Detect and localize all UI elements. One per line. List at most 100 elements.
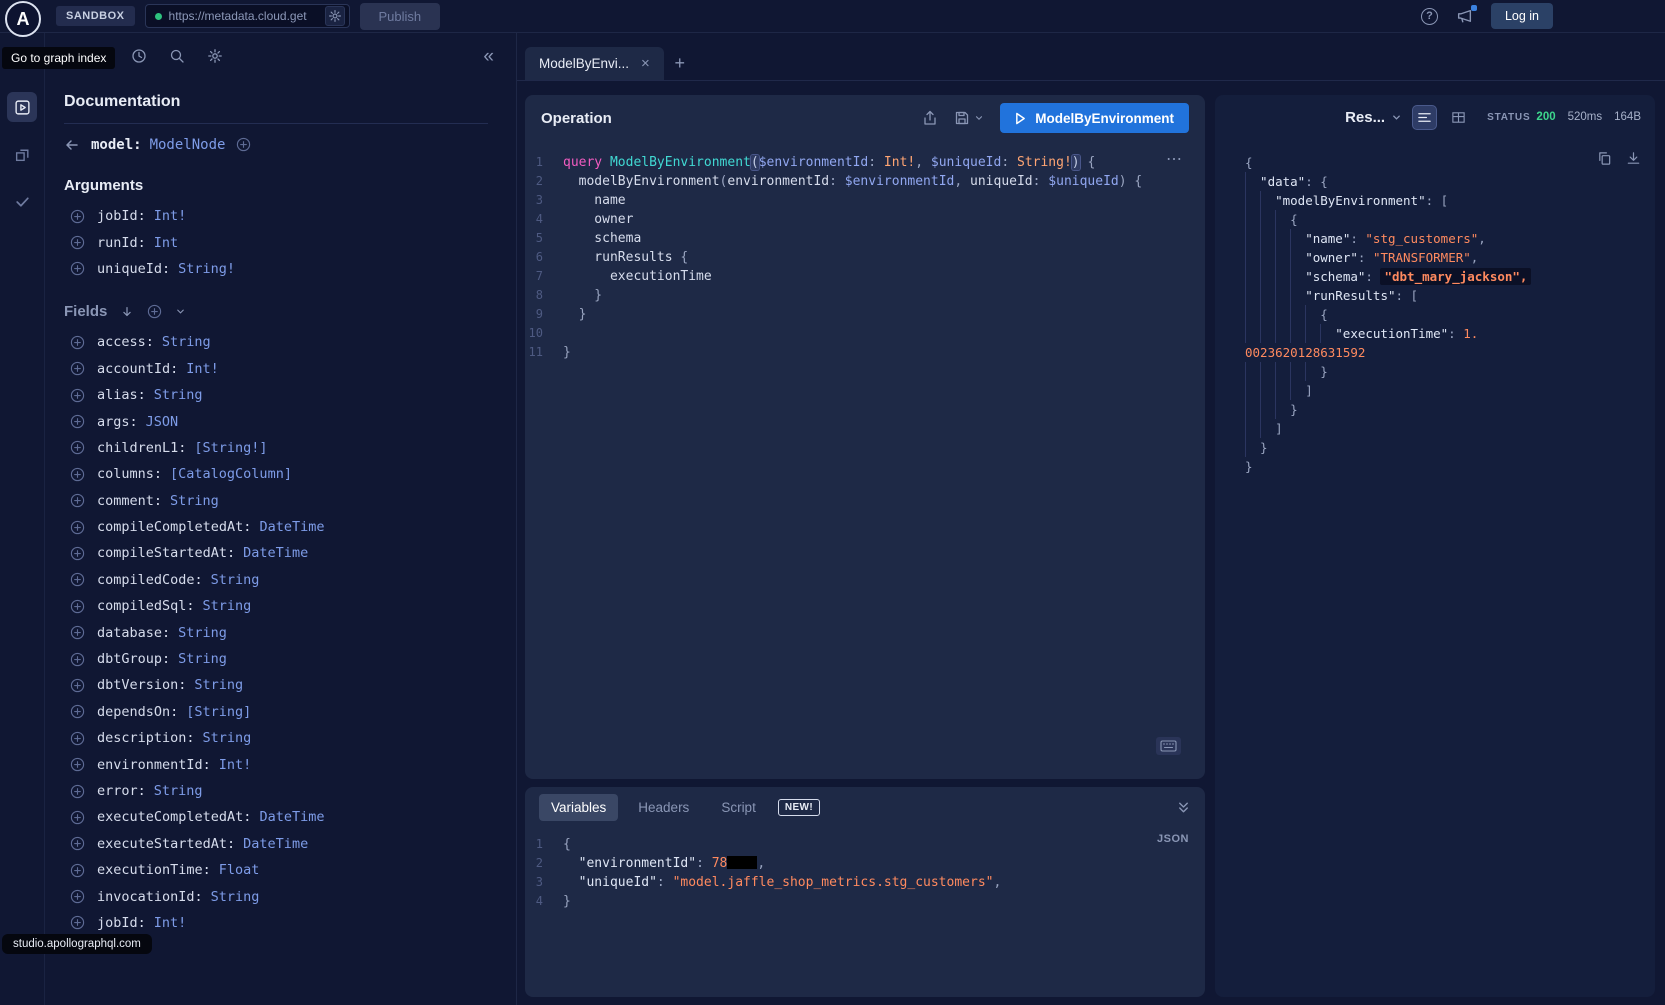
keyboard-shortcuts-icon[interactable] xyxy=(1156,737,1181,755)
download-response-icon[interactable] xyxy=(1626,151,1641,166)
field-type-link[interactable]: String xyxy=(178,625,227,641)
field-type-link[interactable]: String xyxy=(162,334,211,350)
add-field-icon[interactable] xyxy=(70,388,85,403)
add-field-icon[interactable] xyxy=(70,704,85,719)
field-type-link[interactable]: JSON xyxy=(146,414,179,430)
doc-field-row[interactable]: access: String xyxy=(64,329,488,355)
operations-icon[interactable] xyxy=(7,92,37,122)
field-type-link[interactable]: String xyxy=(194,677,243,693)
breadcrumb-type-link[interactable]: ModelNode xyxy=(150,137,226,153)
search-icon[interactable] xyxy=(169,48,185,64)
editor-overflow-menu-icon[interactable]: ⋯ xyxy=(1166,149,1183,169)
field-type-link[interactable]: Int! xyxy=(219,757,252,773)
add-field-icon[interactable] xyxy=(70,889,85,904)
field-type-link[interactable]: DateTime xyxy=(243,545,308,561)
add-all-fields-icon[interactable] xyxy=(147,304,162,319)
field-type-link[interactable]: String xyxy=(211,889,260,905)
doc-field-row[interactable]: dependsOn: [String] xyxy=(64,699,488,725)
field-type-link[interactable]: String xyxy=(211,572,260,588)
doc-field-row[interactable]: compileStartedAt: DateTime xyxy=(64,540,488,566)
field-type-link[interactable]: Int! xyxy=(154,208,187,224)
json-view-icon[interactable] xyxy=(1413,106,1436,129)
tab-variables[interactable]: Variables xyxy=(539,794,618,821)
field-type-link[interactable]: [String] xyxy=(186,704,251,720)
add-field-icon[interactable] xyxy=(70,757,85,772)
settings-gear-icon[interactable] xyxy=(207,48,223,64)
announcements-megaphone-icon[interactable] xyxy=(1456,8,1473,25)
add-field-icon[interactable] xyxy=(70,625,85,640)
history-icon[interactable] xyxy=(131,48,147,64)
doc-field-row[interactable]: childrenL1: [String!] xyxy=(64,435,488,461)
field-type-link[interactable]: DateTime xyxy=(259,809,324,825)
add-field-icon[interactable] xyxy=(70,836,85,851)
schema-icon[interactable] xyxy=(7,139,37,169)
table-view-icon[interactable] xyxy=(1447,106,1470,129)
field-type-link[interactable]: DateTime xyxy=(243,836,308,852)
field-type-link[interactable]: Int xyxy=(154,235,178,251)
back-arrow-icon[interactable] xyxy=(64,137,80,153)
variables-editor[interactable]: 1{2 "environmentId": 78,3 "uniqueId": "m… xyxy=(525,827,1205,997)
run-operation-button[interactable]: ModelByEnvironment xyxy=(1000,103,1189,133)
doc-field-row[interactable]: alias: String xyxy=(64,382,488,408)
doc-field-row[interactable]: compileCompletedAt: DateTime xyxy=(64,514,488,540)
field-type-link[interactable]: String xyxy=(178,651,227,667)
add-field-icon[interactable] xyxy=(70,652,85,667)
add-field-icon[interactable] xyxy=(70,261,85,276)
field-type-link[interactable]: String xyxy=(203,730,252,746)
save-operation-group[interactable] xyxy=(954,110,984,126)
doc-field-row[interactable]: compiledSql: String xyxy=(64,593,488,619)
doc-field-row[interactable]: jobId: Int! xyxy=(64,910,488,936)
doc-field-row[interactable]: runId: Int xyxy=(64,229,488,255)
doc-field-row[interactable]: comment: String xyxy=(64,488,488,514)
copy-response-icon[interactable] xyxy=(1597,151,1612,166)
add-field-icon[interactable] xyxy=(70,784,85,799)
field-type-link[interactable]: String! xyxy=(178,261,235,277)
connection-settings-gear-icon[interactable] xyxy=(325,6,345,26)
add-type-icon[interactable] xyxy=(236,137,251,152)
add-field-icon[interactable] xyxy=(70,678,85,693)
doc-field-row[interactable]: columns: [CatalogColumn] xyxy=(64,461,488,487)
add-field-icon[interactable] xyxy=(70,335,85,350)
share-icon[interactable] xyxy=(922,110,938,126)
doc-field-row[interactable]: invocationId: String xyxy=(64,883,488,909)
add-field-icon[interactable] xyxy=(70,235,85,250)
tab-script[interactable]: Script xyxy=(709,794,768,821)
publish-button[interactable]: Publish xyxy=(360,3,441,30)
fields-options-chevron-icon[interactable] xyxy=(175,306,186,317)
collapse-variables-icon[interactable] xyxy=(1176,800,1191,815)
doc-field-row[interactable]: uniqueId: String! xyxy=(64,256,488,282)
add-field-icon[interactable] xyxy=(70,440,85,455)
add-field-icon[interactable] xyxy=(70,863,85,878)
doc-field-row[interactable]: compiledCode: String xyxy=(64,567,488,593)
add-field-icon[interactable] xyxy=(70,810,85,825)
tab-headers[interactable]: Headers xyxy=(626,794,701,821)
add-field-icon[interactable] xyxy=(70,414,85,429)
field-type-link[interactable]: DateTime xyxy=(259,519,324,535)
field-type-link[interactable]: [CatalogColumn] xyxy=(170,466,292,482)
doc-field-row[interactable]: accountId: Int! xyxy=(64,356,488,382)
field-type-link[interactable]: String xyxy=(154,387,203,403)
field-type-link[interactable]: String xyxy=(170,493,219,509)
add-field-icon[interactable] xyxy=(70,599,85,614)
field-type-link[interactable]: String xyxy=(154,783,203,799)
operation-tab[interactable]: ModelByEnvi... × xyxy=(525,47,664,80)
field-type-link[interactable]: String xyxy=(203,598,252,614)
field-type-link[interactable]: Int! xyxy=(186,361,219,377)
field-type-link[interactable]: [String!] xyxy=(194,440,267,456)
doc-field-row[interactable]: dbtVersion: String xyxy=(64,672,488,698)
add-field-icon[interactable] xyxy=(70,520,85,535)
help-icon[interactable]: ? xyxy=(1421,8,1438,25)
doc-field-row[interactable]: description: String xyxy=(64,725,488,751)
doc-field-row[interactable]: dbtGroup: String xyxy=(64,646,488,672)
apollo-logo[interactable]: A xyxy=(5,1,41,37)
add-field-icon[interactable] xyxy=(70,467,85,482)
add-field-icon[interactable] xyxy=(70,209,85,224)
doc-field-row[interactable]: jobId: Int! xyxy=(64,203,488,229)
response-selector[interactable]: Res... xyxy=(1345,109,1402,126)
login-button[interactable]: Log in xyxy=(1491,3,1553,29)
close-tab-icon[interactable]: × xyxy=(641,56,650,71)
endpoint-url-input[interactable]: https://metadata.cloud.get xyxy=(145,4,350,28)
doc-field-row[interactable]: environmentId: Int! xyxy=(64,751,488,777)
field-type-link[interactable]: Float xyxy=(219,862,260,878)
add-field-icon[interactable] xyxy=(70,493,85,508)
